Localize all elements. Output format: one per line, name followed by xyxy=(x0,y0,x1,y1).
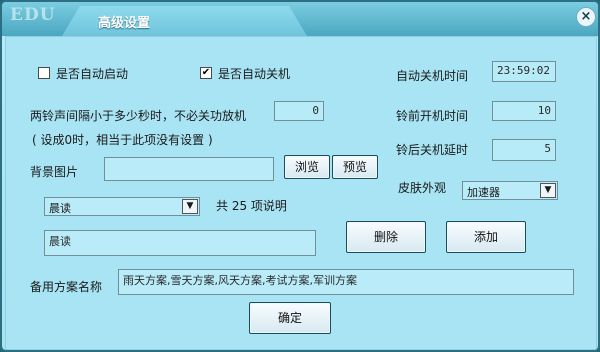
delete-button[interactable]: 删除 xyxy=(346,221,426,253)
background-image-field[interactable] xyxy=(104,157,274,181)
plan-count-text: 共 25 项说明 xyxy=(216,199,287,213)
post-bell-shutdown-label: 铃后关机延时 xyxy=(396,143,469,157)
chevron-down-icon[interactable]: ▼ xyxy=(540,183,556,198)
plan-dropdown[interactable]: 晨读 ▼ xyxy=(44,197,200,216)
window-title: 高级设置 xyxy=(98,16,151,31)
backup-plans-field[interactable]: 雨天方案,雪天方案,风天方案,考试方案,军训方案 xyxy=(118,269,574,295)
chevron-down-icon[interactable]: ▼ xyxy=(182,199,198,214)
plan-selected-value: 晨读 xyxy=(49,202,71,215)
settings-window: EDU 高级设置 × 是否自动启动 ✔ 是否自动关机 自动关机时间 23:59:… xyxy=(0,0,600,352)
app-logo: EDU xyxy=(10,5,56,25)
skin-dropdown[interactable]: 加速器 ▼ xyxy=(462,181,558,200)
ok-button[interactable]: 确定 xyxy=(249,302,331,334)
auto-start-checkbox[interactable] xyxy=(38,67,50,79)
shutdown-time-field[interactable]: 23:59:02 xyxy=(492,61,556,82)
bell-interval-label: 两铃声间隔小于多少秒时，不必关功放机 xyxy=(30,109,247,123)
pre-bell-boot-label: 铃前开机时间 xyxy=(396,109,469,123)
title-bar: EDU 高级设置 × xyxy=(2,2,598,36)
auto-start-label: 是否自动启动 xyxy=(56,67,129,81)
add-button[interactable]: 添加 xyxy=(446,221,526,253)
bell-interval-note: ( 设成0时，相当于此项没有设置 ) xyxy=(32,133,213,147)
auto-shutdown-label: 是否自动关机 xyxy=(218,67,291,81)
auto-shutdown-checkbox[interactable]: ✔ xyxy=(200,67,212,79)
plan-name-input[interactable]: 晨读 xyxy=(44,230,316,256)
post-bell-shutdown-field[interactable]: 5 xyxy=(492,139,556,161)
close-button[interactable]: × xyxy=(576,7,596,27)
backup-plans-label: 备用方案名称 xyxy=(30,280,103,294)
skin-selected-value: 加速器 xyxy=(467,186,500,199)
bell-interval-field[interactable]: 0 xyxy=(274,101,324,121)
settings-panel: 是否自动启动 ✔ 是否自动关机 自动关机时间 23:59:02 两铃声间隔小于多… xyxy=(5,36,597,350)
skin-label: 皮肤外观 xyxy=(398,181,447,195)
pre-bell-boot-field[interactable]: 10 xyxy=(492,101,556,121)
preview-button[interactable]: 预览 xyxy=(332,155,378,179)
browse-button[interactable]: 浏览 xyxy=(284,155,330,179)
shutdown-time-label: 自动关机时间 xyxy=(396,69,469,83)
background-image-label: 背景图片 xyxy=(30,165,79,179)
